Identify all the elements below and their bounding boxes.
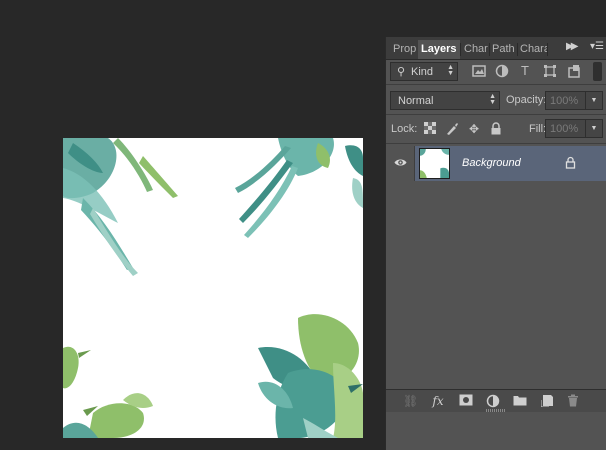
lock-position-icon[interactable]: ✥ (467, 122, 481, 136)
type-layer-filter-icon[interactable]: T (518, 64, 532, 78)
panel-divider (386, 84, 606, 85)
panel-menu-icon[interactable]: ▾☰ (590, 41, 604, 52)
chevron-down-icon[interactable]: ▼ (585, 120, 602, 137)
panel-tab-bar: Prop Layers Char Path Chara ▶▶ ▾☰ (386, 37, 606, 60)
new-group-icon[interactable] (513, 394, 527, 408)
lock-label: Lock: (391, 123, 418, 135)
new-layer-icon[interactable] (540, 394, 554, 408)
updown-arrows-icon: ▲ ▼ (447, 64, 454, 77)
chevron-down-icon[interactable]: ▼ (585, 92, 602, 109)
tab-properties[interactable]: Prop (390, 40, 418, 59)
lock-all-icon[interactable] (489, 122, 503, 136)
tab-divider (547, 43, 548, 56)
layer-name[interactable]: Background (462, 157, 521, 169)
lock-image-pixels-icon[interactable] (445, 122, 459, 136)
layer-row-background[interactable]: Background (386, 146, 606, 181)
panel-divider (386, 143, 606, 144)
bird-illustration-bottom-right (258, 314, 363, 438)
layers-panel: Prop Layers Char Path Chara ▶▶ ▾☰ ⚲ Kind… (385, 37, 606, 450)
document-canvas[interactable] (63, 138, 363, 438)
lock-transparent-pixels-icon[interactable] (423, 122, 437, 136)
add-mask-icon[interactable] (459, 394, 473, 408)
bird-illustration-bottom-left (63, 346, 153, 438)
tab-character[interactable]: Char (461, 40, 489, 59)
filter-kind-label: Kind (411, 66, 434, 78)
panel-resize-grip[interactable] (486, 409, 506, 412)
panel-divider (386, 114, 606, 115)
tab-paths[interactable]: Path (489, 40, 517, 59)
filter-kind-select[interactable]: ⚲ Kind ▲ ▼ (390, 62, 458, 81)
visibility-toggle[interactable] (386, 146, 415, 181)
smart-object-filter-icon[interactable] (567, 64, 581, 78)
search-icon: ⚲ (397, 66, 406, 78)
filter-toggle-switch[interactable] (593, 62, 602, 81)
layer-locked-icon (565, 156, 576, 169)
opacity-label: Opacity: (506, 94, 547, 106)
expand-panels-icon[interactable]: ▶▶ (566, 41, 579, 52)
opacity-field[interactable]: 100% ▼ (545, 91, 603, 110)
adjustment-layer-icon[interactable] (486, 394, 500, 408)
eye-icon[interactable] (394, 156, 407, 169)
fill-field[interactable]: 100% ▼ (545, 119, 603, 138)
bird-illustration-top-right (235, 138, 363, 238)
tab-layers[interactable]: Layers (418, 40, 460, 59)
tab-character-styles[interactable]: Chara (517, 40, 547, 59)
blend-mode-select[interactable]: Normal ▲ ▼ (390, 91, 500, 110)
opacity-value: 100% (550, 95, 579, 107)
layer-thumbnail (419, 148, 450, 179)
bird-illustration-top-left (63, 138, 178, 276)
shape-layer-filter-icon[interactable] (543, 64, 557, 78)
canvas-artwork (63, 138, 363, 438)
link-layers-icon[interactable]: ⛓ (403, 394, 418, 408)
delete-layer-icon[interactable] (566, 394, 580, 408)
blend-mode-value: Normal (398, 95, 434, 107)
pixel-layer-filter-icon[interactable] (472, 64, 486, 78)
updown-arrows-icon: ▲ ▼ (489, 93, 496, 106)
fill-label: Fill: (529, 123, 547, 135)
layer-style-fx-icon[interactable]: fx (431, 394, 445, 408)
adjustment-layer-filter-icon[interactable] (495, 64, 509, 78)
fill-value: 100% (550, 123, 579, 135)
